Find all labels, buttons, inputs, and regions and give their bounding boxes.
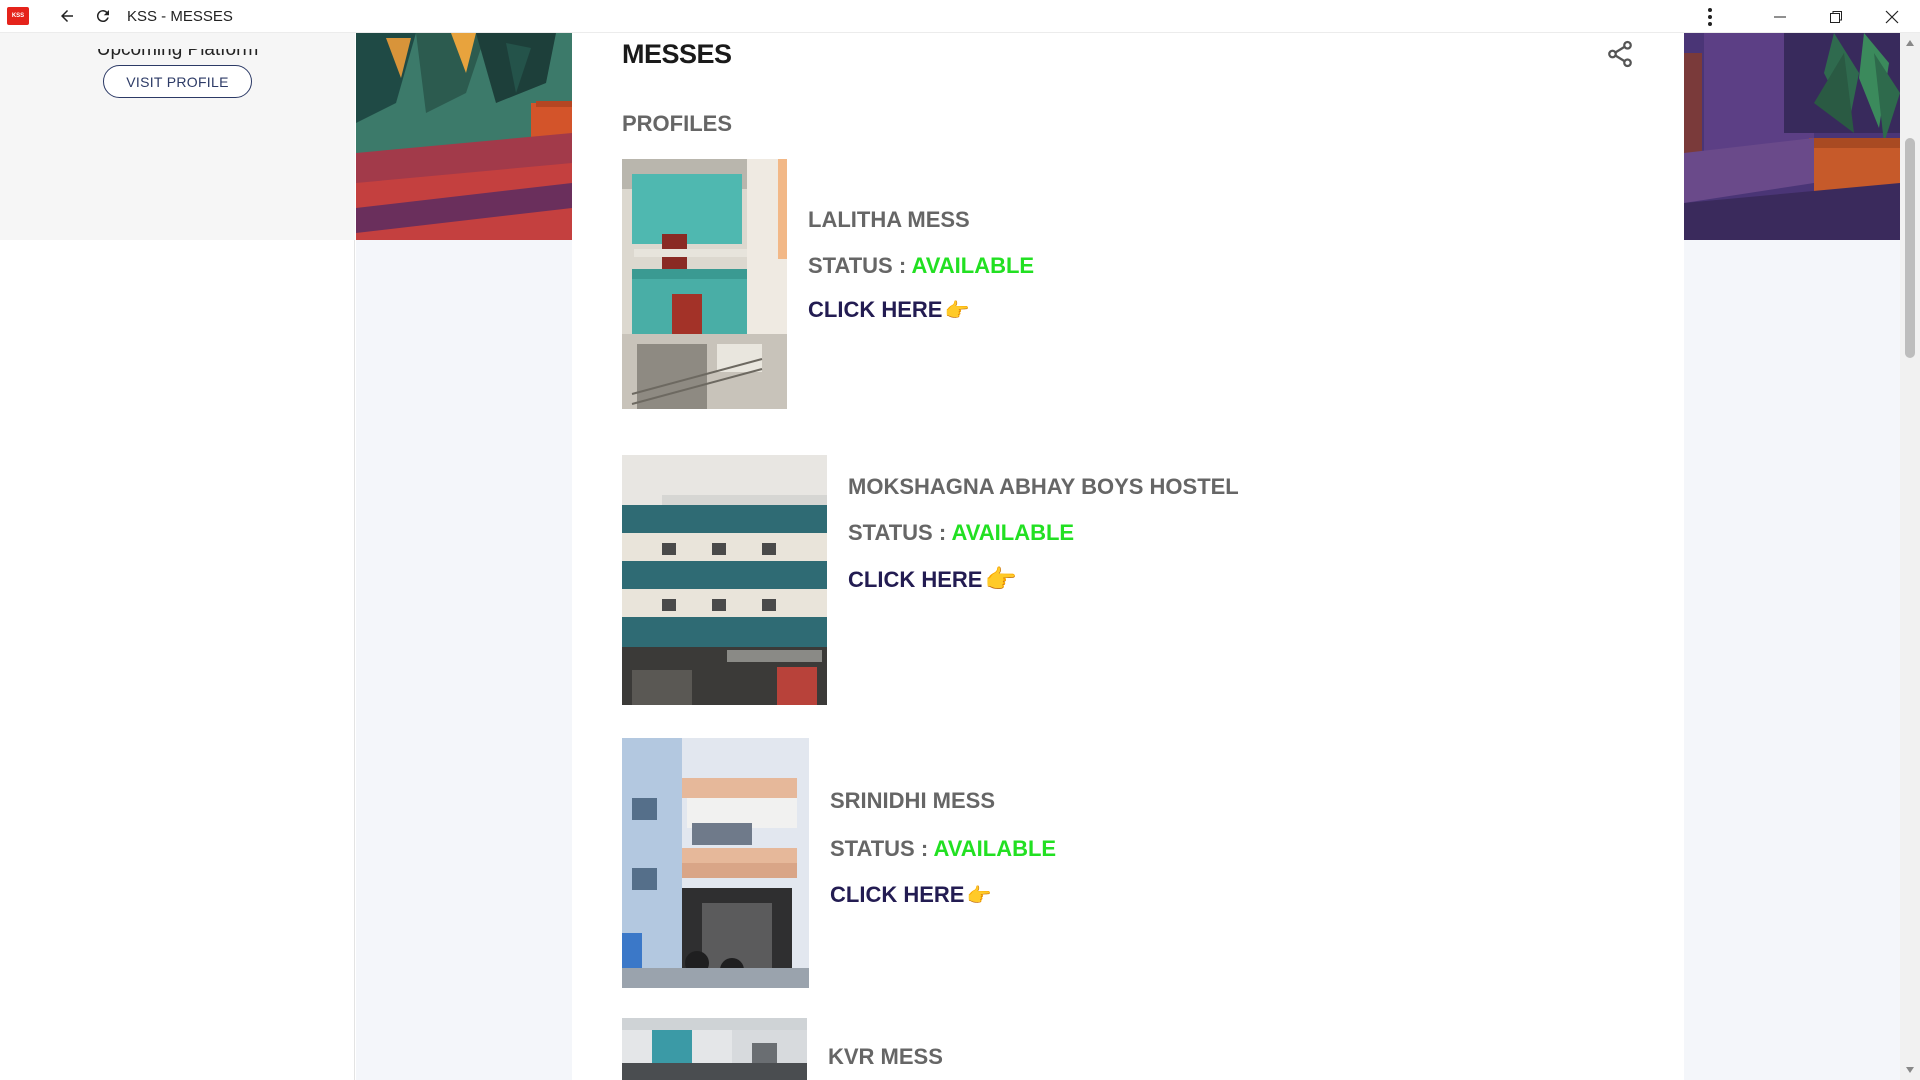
back-arrow-icon [61, 10, 73, 22]
profile-photo[interactable] [622, 159, 787, 409]
profile-card: KVR MESS [622, 1018, 1622, 1080]
profile-name: MOKSHAGNA ABHAY BOYS HOSTEL [848, 474, 1239, 499]
profile-card-panel: Upcoming Platform VISIT PROFILE [0, 33, 355, 240]
scrollbar-thumb[interactable] [1905, 138, 1915, 358]
reload-button[interactable] [85, 0, 121, 33]
minimize-icon [1774, 16, 1786, 17]
close-icon [1885, 10, 1899, 23]
reload-icon [96, 10, 109, 23]
more-vert-icon [1708, 7, 1712, 26]
profile-name: SRINIDHI MESS [830, 788, 996, 813]
window-titlebar: KSS KSS - MESSES [0, 0, 1920, 33]
close-button[interactable] [1864, 0, 1920, 33]
more-options-button[interactable] [1682, 0, 1738, 33]
profile-name: KVR MESS [828, 1044, 943, 1069]
profile-status: STATUS : AVAILABLE [830, 836, 1056, 862]
profile-status: STATUS : AVAILABLE [808, 253, 1034, 279]
minimize-button[interactable] [1752, 0, 1808, 33]
restore-icon [1830, 10, 1842, 23]
profile-photo[interactable] [622, 738, 809, 988]
click-here-link[interactable]: CLICK HERE 👉 [808, 297, 1034, 323]
status-value: AVAILABLE [911, 253, 1035, 278]
status-label: STATUS : [848, 520, 952, 545]
status-label: STATUS : [830, 836, 934, 861]
profile-card: SRINIDHI MESS STATUS : AVAILABLE CLICK H… [622, 738, 1622, 988]
upcoming-platform-text: Upcoming Platform [96, 49, 259, 60]
decorative-illustration-right [1684, 33, 1900, 240]
click-here-label: CLICK HERE [808, 297, 943, 322]
click-here-link[interactable]: CLICK HERE 👉 [848, 564, 1239, 595]
profile-photo[interactable] [622, 455, 827, 705]
decorative-illustration-left [356, 33, 572, 240]
pointing-hand-icon: 👉 [984, 564, 1017, 594]
visit-profile-button[interactable]: VISIT PROFILE [103, 65, 252, 98]
profile-name: LALITHA MESS [808, 207, 970, 232]
status-value: AVAILABLE [951, 520, 1075, 545]
vertical-scrollbar[interactable] [1900, 33, 1920, 1080]
main-content: MESSES PROFILES LALITHA MESS STATUS: AV… [572, 33, 1684, 1080]
share-icon [1608, 40, 1632, 68]
left-column [0, 240, 355, 1080]
pointing-hand-icon: 👉 [944, 299, 970, 322]
click-here-label: CLICK HERE [830, 882, 965, 907]
app-icon: KSS [7, 7, 29, 25]
section-profiles-label: PROFILES [622, 111, 733, 136]
window-title: KSS - MESSES [127, 7, 233, 25]
status-label: STATUS : [808, 253, 912, 278]
scroll-up-icon [1906, 40, 1914, 46]
page-title: MESSES [622, 39, 732, 69]
pointing-hand-icon: 👉 [966, 884, 992, 907]
left-decor-column [356, 33, 572, 1080]
scroll-down-icon [1906, 1067, 1914, 1073]
restore-button[interactable] [1808, 0, 1864, 33]
status-value: AVAILABLE [933, 836, 1057, 861]
scroll-down-button[interactable] [1903, 1063, 1917, 1077]
click-here-link[interactable]: CLICK HERE 👉 [830, 882, 1056, 908]
scroll-up-button[interactable] [1903, 36, 1917, 50]
back-button[interactable] [49, 0, 85, 33]
profile-card: LALITHA MESS STATUS : AVAILABLE CLICK HE… [622, 159, 1622, 409]
profile-photo[interactable] [622, 1018, 807, 1080]
profile-status: STATUS : AVAILABLE [848, 520, 1239, 546]
profile-card: MOKSHAGNA ABHAY BOYS HOSTEL STATUS : AVA… [622, 455, 1622, 705]
share-button[interactable] [1605, 39, 1635, 69]
right-decor-column [1684, 33, 1900, 1080]
click-here-label: CLICK HERE [848, 566, 983, 592]
